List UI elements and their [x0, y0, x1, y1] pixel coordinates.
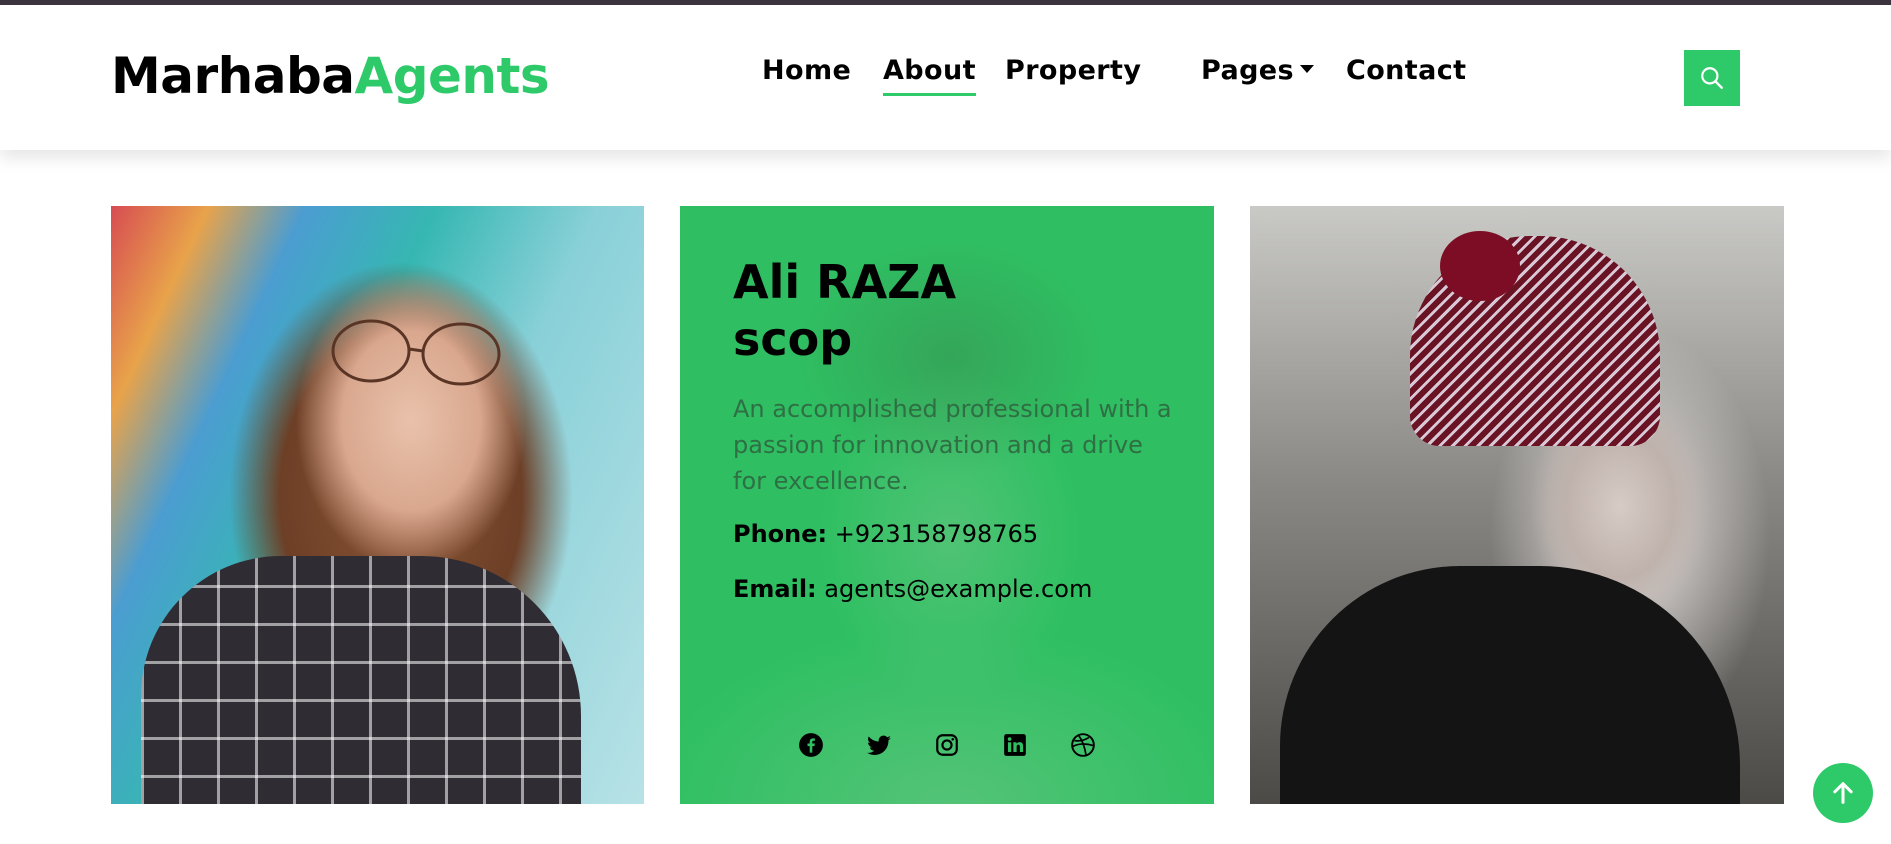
back-to-top-button[interactable] [1813, 763, 1873, 823]
twitter-link[interactable] [865, 731, 893, 759]
phone-label: Phone: [733, 520, 828, 548]
nav-home[interactable]: Home [762, 55, 851, 86]
instagram-link[interactable] [933, 731, 961, 759]
nav-pages-label: Pages [1201, 55, 1294, 86]
facebook-icon [799, 733, 823, 757]
agent-photo-woman-beanie [1250, 206, 1784, 804]
agent-name: Ali RAZA scop [733, 254, 956, 368]
twitter-icon [867, 735, 891, 755]
facebook-link[interactable] [797, 731, 825, 759]
agent-description: An accomplished professional with a pass… [733, 395, 1172, 495]
caret-down-icon [1300, 64, 1314, 73]
plaid-shirt-graphic [141, 556, 581, 804]
email-value: agents@example.com [824, 575, 1093, 603]
brand-name-part1: Marhaba [111, 47, 355, 105]
linkedin-icon [1004, 734, 1026, 756]
instagram-icon [936, 734, 958, 756]
navbar: MarhabaAgents Home About Property Pages … [0, 5, 1891, 150]
nav-pages[interactable]: Pages [1201, 55, 1314, 86]
dribbble-icon [1071, 733, 1095, 757]
agent-phone: Phone: +923158798765 [733, 520, 1038, 548]
glasses-graphic [331, 319, 501, 386]
dribbble-link[interactable] [1069, 731, 1097, 759]
agent-name-line1: Ali RAZA [733, 255, 957, 309]
brand-logo[interactable]: MarhabaAgents [111, 47, 550, 105]
search-button[interactable] [1684, 50, 1740, 106]
agent-email: Email: agents@example.com [733, 575, 1092, 603]
phone-value: +923158798765 [834, 520, 1039, 548]
search-icon [1701, 67, 1723, 89]
email-label: Email: [733, 575, 817, 603]
agent-info-card[interactable]: Ali RAZA scop An accomplished profession… [680, 206, 1214, 804]
coat-graphic [1280, 566, 1740, 804]
linkedin-link[interactable] [1001, 731, 1029, 759]
agent-photo-card-3[interactable] [1250, 206, 1784, 804]
brand-name-part2: Agents [354, 47, 550, 105]
agent-name-line2: scop [733, 312, 853, 366]
arrow-up-icon [1833, 782, 1853, 804]
agent-photo-card-1[interactable] [111, 206, 644, 804]
agent-photo-woman-glasses [111, 206, 644, 804]
nav-property[interactable]: Property [1005, 55, 1141, 86]
nav-contact[interactable]: Contact [1346, 55, 1466, 86]
nav-about[interactable]: About [883, 55, 976, 96]
pompom-graphic [1440, 231, 1520, 301]
